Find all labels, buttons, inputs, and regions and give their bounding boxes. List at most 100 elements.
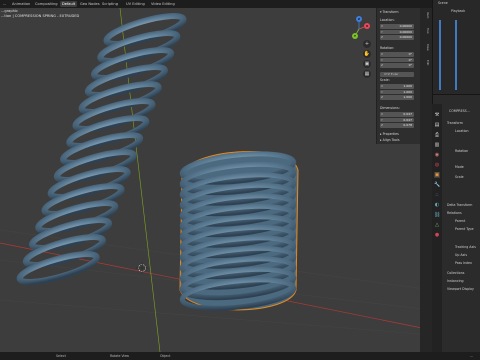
- gizmo-x-icon[interactable]: X: [364, 23, 370, 29]
- app-menu[interactable]: ...: [1, 1, 8, 7]
- properties-tabs: ⚒ ▤ ⎙ ▥ ◉ ◍ ▣ 🔧 ∴ ◐ ⛓ △ ●: [432, 104, 442, 352]
- prop-section-viewport-display[interactable]: Viewport Display: [447, 287, 474, 291]
- prop-section-relations[interactable]: Relations: [447, 211, 462, 215]
- scale-value: 1.000: [403, 84, 412, 88]
- location-axis-label: Y: [381, 29, 383, 34]
- navigation-gizmo[interactable]: X Y Z: [346, 16, 372, 42]
- rotation-value: 0°: [408, 57, 412, 62]
- prop-section-mode: Mode: [455, 165, 464, 169]
- status-bar: Select Rotate View Object ...: [0, 352, 480, 360]
- scale-axis-label: X: [381, 84, 384, 88]
- properties-object-name: COMPRESS...: [449, 109, 470, 113]
- gizmo-z-icon[interactable]: Z: [356, 16, 362, 22]
- rotation-x-field[interactable]: X 0°: [380, 52, 414, 57]
- rotation-value: 0°: [408, 52, 412, 56]
- rotation-axis-label: X: [381, 52, 384, 56]
- dimensions-label: Dimensions:: [380, 106, 400, 110]
- dimensions-value: 0.078: [403, 123, 412, 128]
- sidebar-tabs: Item Tool View Edit: [420, 8, 432, 352]
- location-z-field[interactable]: Z 0.00000: [380, 35, 414, 40]
- render-tab-icon[interactable]: ▤: [434, 122, 440, 128]
- sidebar-tab-item[interactable]: Item: [422, 12, 430, 18]
- prop-section-location: Location: [455, 129, 469, 133]
- prop-section-delta-transform[interactable]: Delta Transform: [447, 203, 472, 207]
- dimensions-value: 0.047: [403, 117, 412, 122]
- prop-section-transform[interactable]: Transform: [447, 121, 463, 125]
- data-tab-icon[interactable]: △: [434, 222, 440, 228]
- rotation-mode-select[interactable]: XYZ Euler: [380, 72, 414, 77]
- material-tab-icon[interactable]: ●: [434, 232, 440, 238]
- location-x-field[interactable]: X 0.00000: [380, 24, 414, 29]
- dimensions-axis-label: Y: [381, 117, 383, 122]
- camera-icon[interactable]: ▣: [363, 60, 371, 68]
- prop-section-rotation: Rotation: [455, 149, 469, 153]
- tool-tab-icon[interactable]: ⚒: [434, 112, 440, 118]
- pan-hand-icon[interactable]: ✋: [363, 50, 371, 58]
- object-tab-icon[interactable]: ▣: [434, 172, 440, 178]
- tab-animation[interactable]: Animation: [10, 1, 32, 7]
- location-y-field[interactable]: Y 0.00000: [380, 29, 414, 35]
- scale-x-field[interactable]: X 1.000: [380, 84, 414, 89]
- align-tools-header[interactable]: ▸ Align Tools: [380, 138, 418, 143]
- scene-tab-icon[interactable]: ◉: [434, 152, 440, 158]
- long-spring: [16, 12, 187, 286]
- location-axis-label: X: [381, 24, 384, 28]
- prop-section-up-axis: Up Axis: [455, 253, 467, 257]
- tab-uv-editing[interactable]: UV Editing: [124, 1, 147, 7]
- dimensions-z-field[interactable]: Z 0.078: [380, 123, 414, 128]
- status-select: Select: [56, 354, 66, 358]
- dimensions-y-field[interactable]: Y 0.047: [380, 117, 414, 123]
- prop-section-scale: Scale: [455, 175, 464, 179]
- physics-tab-icon[interactable]: ◐: [434, 202, 440, 208]
- location-value: 0.00000: [399, 24, 412, 28]
- status-object: Object: [160, 354, 171, 358]
- properties-panel-header[interactable]: ▸ Properties: [380, 132, 418, 137]
- dimensions-x-field[interactable]: X 0.047: [380, 112, 414, 117]
- constraints-tab-icon[interactable]: ⛓: [434, 212, 440, 218]
- grid-view-icon[interactable]: ▦: [363, 70, 371, 78]
- particles-tab-icon[interactable]: ∴: [434, 192, 440, 198]
- location-value: 0.00000: [399, 29, 412, 34]
- rotation-axis-label: Z: [381, 63, 384, 68]
- tab-default[interactable]: Default: [60, 1, 78, 7]
- object-info: ...tion | COMPRESSION SPRING - EXTRUDED: [1, 14, 80, 18]
- output-tab-icon[interactable]: ⎙: [434, 132, 440, 138]
- rotation-label: Rotation:: [380, 46, 395, 50]
- rotation-y-field[interactable]: Y 0°: [380, 57, 414, 63]
- scale-axis-label: Y: [381, 89, 383, 94]
- scale-axis-label: Z: [381, 95, 384, 100]
- version-info: ...: [470, 354, 474, 358]
- 3d-viewport[interactable]: ...graphic ...tion | COMPRESSION SPRING …: [0, 8, 432, 352]
- dimensions-axis-label: Z: [381, 123, 384, 128]
- gizmo-y-icon[interactable]: Y: [352, 33, 358, 39]
- world-tab-icon[interactable]: ◍: [434, 162, 440, 168]
- topbar: ... Animation Compositing Default Geo No…: [0, 0, 480, 8]
- rotation-value: 0°: [408, 63, 412, 68]
- rotation-axis-label: Y: [381, 57, 383, 62]
- scale-value: 1.000: [403, 95, 412, 100]
- status-rotate-view: Rotate View: [110, 354, 130, 358]
- sidebar-tab-edit[interactable]: Edit: [422, 60, 430, 65]
- tab-geo-nodes[interactable]: Geo Nodes: [78, 1, 102, 7]
- rotation-mode-value: XYZ Euler: [384, 72, 399, 76]
- dimensions-axis-label: X: [381, 112, 384, 116]
- playback-menu[interactable]: Playback: [451, 9, 465, 13]
- tab-video-editing[interactable]: Video Editing: [149, 1, 177, 7]
- sidebar-tab-view[interactable]: View: [422, 44, 430, 51]
- scale-z-field[interactable]: Z 1.000: [380, 95, 414, 100]
- outliner-panel: Scene Playback: [432, 0, 480, 94]
- scale-label: Scale:: [380, 78, 390, 82]
- transform-header[interactable]: ▾ Transform: [380, 10, 418, 15]
- level-meter-left: [439, 20, 441, 90]
- prop-section-instancing[interactable]: Instancing: [447, 279, 464, 283]
- tab-scripting[interactable]: Scripting: [100, 1, 120, 7]
- modifier-tab-icon[interactable]: 🔧: [434, 182, 440, 188]
- rotation-z-field[interactable]: Z 0°: [380, 63, 414, 68]
- tab-compositing[interactable]: Compositing: [33, 1, 60, 7]
- sidebar-tab-tool[interactable]: Tool: [422, 28, 430, 33]
- zoom-icon[interactable]: +: [363, 40, 371, 48]
- prop-section-collections[interactable]: Collections: [447, 271, 464, 275]
- view-layer-tab-icon[interactable]: ▥: [434, 142, 440, 148]
- location-label: Location:: [380, 18, 395, 22]
- scale-y-field[interactable]: Y 1.000: [380, 89, 414, 95]
